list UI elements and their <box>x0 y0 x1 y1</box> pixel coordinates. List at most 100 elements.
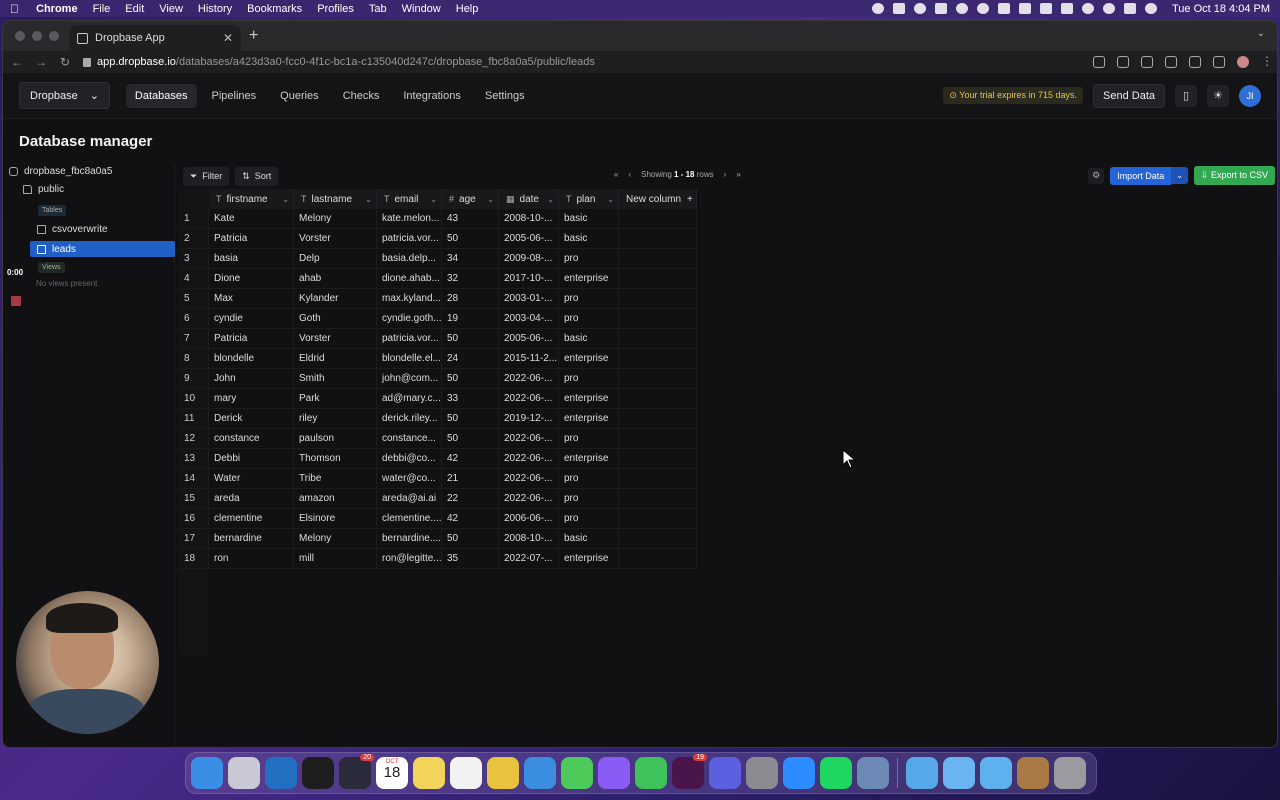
menu-bookmarks[interactable]: Bookmarks <box>247 3 302 15</box>
header-lastname[interactable]: Tlastname ⌄ <box>294 189 377 209</box>
header-date[interactable]: ▦ date ⌄ <box>499 189 559 209</box>
prev-page-icon[interactable]: ‹ <box>628 170 631 179</box>
empty-cell[interactable] <box>619 249 697 268</box>
moon-icon[interactable] <box>976 3 989 14</box>
header-email[interactable]: Temail ⌄ <box>377 189 442 209</box>
apple-icon[interactable]:  <box>10 3 22 15</box>
table-cell[interactable]: 2022-06-... <box>499 389 559 408</box>
keyboard-icon[interactable] <box>1018 3 1031 14</box>
table-cell[interactable]: constance... <box>377 429 442 448</box>
table-cell[interactable]: 2005-06-... <box>499 229 559 248</box>
browser-tab[interactable]: Dropbase App ✕ <box>69 25 241 51</box>
tree-database[interactable]: dropbase_fbc8a0a5 <box>9 166 112 177</box>
table-cell[interactable]: 42 <box>442 449 499 468</box>
minimize-window-button[interactable] <box>32 31 42 41</box>
export-csv-button[interactable]: ⇩ Export to CSV <box>1193 166 1275 185</box>
stack-icon[interactable]: 20 <box>339 754 374 789</box>
table-cell[interactable]: Thomson <box>294 449 377 468</box>
table-cell[interactable]: ron <box>209 549 294 568</box>
table-cell[interactable]: enterprise <box>559 389 619 408</box>
sort-button[interactable]: ⇅ Sort <box>235 166 279 186</box>
table-cell[interactable]: 2008-10-... <box>499 529 559 548</box>
header-age[interactable]: # age ⌄ <box>442 189 499 209</box>
table-cell[interactable]: 50 <box>442 369 499 388</box>
trash-icon[interactable] <box>1054 757 1086 789</box>
filter-button[interactable]: ⏷ Filter <box>183 166 230 186</box>
table-cell[interactable]: Elsinore <box>294 509 377 528</box>
table-cell[interactable]: Kylander <box>294 289 377 308</box>
table-row[interactable]: 7 Patricia Vorster patricia.vor... 50 2005-06… <box>179 329 697 349</box>
header-firstname[interactable]: Tfirstname ⌄ <box>209 189 294 209</box>
empty-cell[interactable] <box>619 489 697 508</box>
import-data-button[interactable]: Import Data <box>1110 166 1172 185</box>
whatsapp-icon[interactable] <box>635 757 667 789</box>
table-cell[interactable]: blondelle <box>209 349 294 368</box>
finder-icon[interactable] <box>191 757 223 789</box>
table-cell[interactable]: amazon <box>294 489 377 508</box>
header-plan[interactable]: Tplan ⌄ <box>559 189 619 209</box>
menu-tab[interactable]: Tab <box>369 3 387 15</box>
empty-cell[interactable] <box>619 409 697 428</box>
table-cell[interactable]: john@com... <box>377 369 442 388</box>
user-avatar[interactable]: JI <box>1239 84 1261 107</box>
table-cell[interactable]: Kate <box>209 209 294 228</box>
table-cell[interactable]: paulson <box>294 429 377 448</box>
table-row[interactable]: 2 Patricia Vorster patricia.vor... 50 2005-06… <box>179 229 697 249</box>
sidepanel-icon[interactable] <box>1213 56 1225 68</box>
table-cell[interactable]: 2003-01-... <box>499 289 559 308</box>
chevron-down-icon[interactable]: ⌄ <box>365 195 372 204</box>
brightness-icon[interactable] <box>871 3 884 14</box>
vscode-icon[interactable] <box>265 757 297 789</box>
archive-icon[interactable] <box>1017 757 1049 789</box>
table-row[interactable]: 14 Water Tribe water@co... 21 2022-06-... pro <box>179 469 697 489</box>
empty-cell[interactable] <box>619 229 697 248</box>
record-stop-button[interactable] <box>11 296 21 306</box>
table-cell[interactable]: clementine <box>209 509 294 528</box>
table-row[interactable]: 8 blondelle Eldrid blondelle.el... 24 2015-11… <box>179 349 697 369</box>
table-cell[interactable]: Delp <box>294 249 377 268</box>
close-tab-icon[interactable]: ✕ <box>223 31 233 45</box>
tree-table-leads[interactable]: leads <box>30 241 175 257</box>
nav-pipelines[interactable]: Pipelines <box>203 84 266 108</box>
preview-icon[interactable] <box>857 757 889 789</box>
volume-icon[interactable] <box>997 3 1010 14</box>
table-cell[interactable]: pro <box>559 289 619 308</box>
zoom-icon[interactable] <box>1093 56 1105 68</box>
docs-book-icon[interactable]: ▯ <box>1175 84 1197 107</box>
profile-avatar[interactable] <box>1237 56 1249 68</box>
tree-table-csvoverwrite[interactable]: csvoverwrite <box>37 224 108 235</box>
back-icon[interactable]: ← <box>11 55 23 69</box>
bluetooth-icon[interactable] <box>1039 3 1052 14</box>
downloads-icon[interactable] <box>980 757 1012 789</box>
table-cell[interactable]: pro <box>559 489 619 508</box>
table-cell[interactable]: cyndie.goth... <box>377 309 442 328</box>
zoom-icon[interactable] <box>783 757 815 789</box>
last-page-icon[interactable]: » <box>736 170 740 179</box>
figma-icon[interactable] <box>302 757 334 789</box>
url-field[interactable]: app.dropbase.io/databases/a423d3a0-fcc0-… <box>83 56 1081 68</box>
table-cell[interactable]: Patricia <box>209 229 294 248</box>
empty-cell[interactable] <box>619 209 697 228</box>
table-cell[interactable]: bernardine <box>209 529 294 548</box>
table-row[interactable]: 5 Max Kylander max.kyland... 28 2003-01-... pr… <box>179 289 697 309</box>
table-cell[interactable]: ron@legitte... <box>377 549 442 568</box>
table-cell[interactable]: constance <box>209 429 294 448</box>
table-cell[interactable]: mary <box>209 389 294 408</box>
table-cell[interactable]: 28 <box>442 289 499 308</box>
table-cell[interactable]: 2015-11-2... <box>499 349 559 368</box>
nav-checks[interactable]: Checks <box>334 84 389 108</box>
table-cell[interactable]: Max <box>209 289 294 308</box>
table-cell[interactable]: basic <box>559 229 619 248</box>
table-cell[interactable]: enterprise <box>559 269 619 288</box>
table-cell[interactable]: 2005-06-... <box>499 329 559 348</box>
table-cell[interactable]: pro <box>559 249 619 268</box>
table-cell[interactable]: 19 <box>442 309 499 328</box>
table-cell[interactable]: basic <box>559 329 619 348</box>
empty-cell[interactable] <box>619 389 697 408</box>
nav-queries[interactable]: Queries <box>271 84 328 108</box>
menu-profiles[interactable]: Profiles <box>317 3 354 15</box>
system-settings-icon[interactable] <box>746 757 778 789</box>
empty-cell[interactable] <box>619 349 697 368</box>
nav-integrations[interactable]: Integrations <box>394 84 469 108</box>
tab-search-chevron-icon[interactable]: ⌄ <box>1257 28 1265 39</box>
